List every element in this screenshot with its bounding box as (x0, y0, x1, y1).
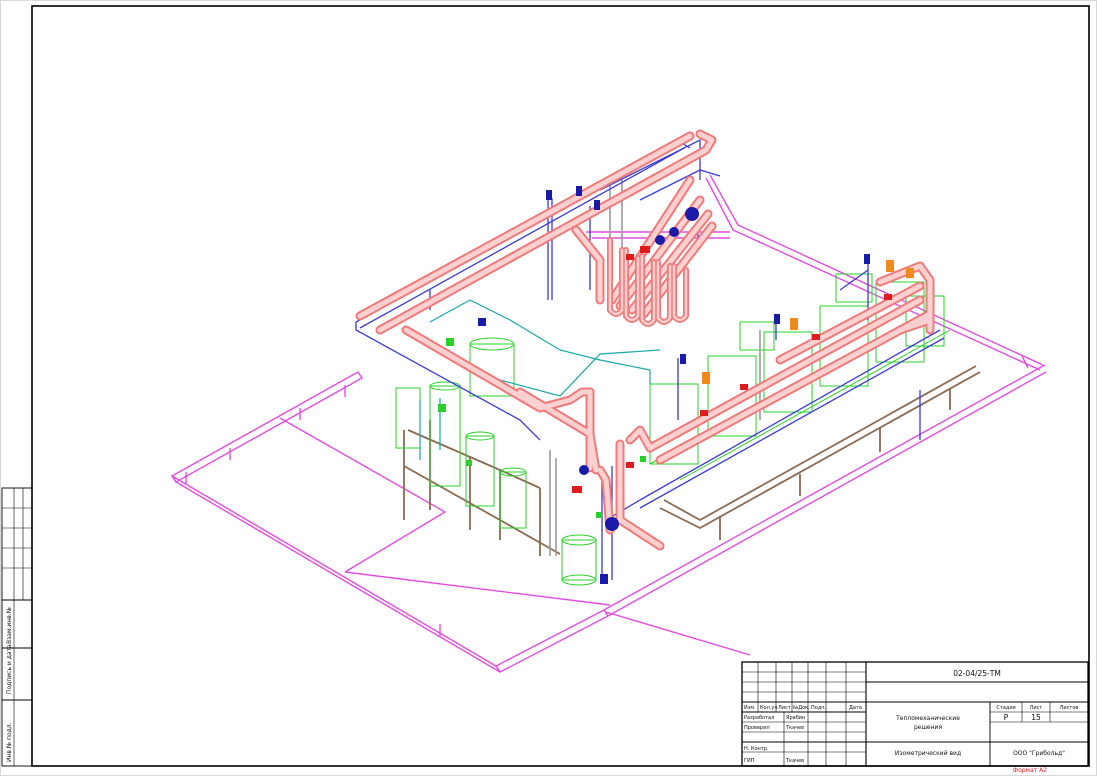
fitting-icon (596, 512, 602, 518)
section-line-1: Тепломеханические (895, 715, 960, 722)
fitting-icon (438, 404, 446, 412)
pump-icon (579, 465, 589, 475)
sheet-outer-border (0, 0, 1097, 776)
col-header-podp: Подп. (811, 705, 827, 711)
cyan-pipes (419, 299, 661, 460)
sheet-value: 15 (1031, 713, 1041, 722)
company-name: ООО "Грибольд" (1013, 750, 1065, 757)
valve-icon (864, 254, 870, 264)
stage-value: Р (1004, 713, 1009, 722)
valve-icon (572, 486, 582, 493)
doc-code: 02-04/25-ТМ (953, 669, 1001, 678)
sheets-label: Листов (1060, 705, 1079, 711)
col-header-izm: Изм. (744, 705, 756, 711)
valve-icon (478, 318, 486, 326)
role-developer: Разработал (744, 715, 774, 721)
side-stamp-label-1: Инв.№ подл. (6, 722, 13, 762)
valve-icon (640, 246, 650, 253)
title-block-text: 02-04/25-ТМ Изм. Кол.уч Лист №Док. Подп.… (744, 669, 1078, 764)
fitting-icon (640, 456, 646, 462)
valve-icon (906, 268, 914, 278)
role-checker: Проверил (744, 725, 770, 731)
valve-icon (600, 574, 608, 584)
drawing-sheet: Инв.№ подл. Подпись и дата Взам.инв.№ 02… (0, 0, 1097, 776)
role-gip: ГИП (744, 758, 755, 764)
name-developer: Ярабин (786, 715, 805, 721)
valve-icon (884, 294, 892, 300)
name-checker: Ткачев (785, 725, 804, 731)
sheet-title: Изометрический вид (895, 750, 961, 757)
valve-icon (626, 254, 634, 260)
valve-icon (546, 190, 552, 200)
col-header-list: Лист (778, 705, 791, 711)
pump-icon (605, 517, 619, 531)
fitting-icon (446, 338, 454, 346)
valve-icon (790, 318, 798, 330)
sheet-label: Лист (1030, 705, 1043, 711)
fitting-icon (466, 460, 472, 466)
col-header-data: Дата (849, 705, 862, 711)
support-frame (403, 365, 981, 556)
role-norm-control: Н. Контр. (744, 746, 769, 752)
valve-icon (886, 260, 894, 272)
side-stamp: Инв.№ подл. Подпись и дата Взам.инв.№ (1, 487, 33, 767)
drawing-canvas: Инв.№ подл. Подпись и дата Взам.инв.№ 02… (0, 0, 1097, 776)
valve-icon (576, 186, 582, 196)
col-header-kol: Кол.уч (760, 705, 777, 711)
col-header-doc: №Док. (793, 705, 810, 711)
pump-icon (669, 227, 679, 237)
cold-pipes (355, 138, 945, 580)
valve-icon (774, 314, 780, 324)
drawing-frame (31, 5, 1090, 767)
stage-label: Стадия (996, 705, 1015, 711)
valve-icon (626, 462, 634, 468)
valve-icon (702, 372, 710, 384)
valve-icon (680, 354, 686, 364)
valve-icon (700, 410, 708, 416)
valve-icon (740, 384, 748, 390)
side-stamp-label-3: Взам.инв.№ (6, 607, 13, 644)
side-stamp-label-2: Подпись и дата (6, 644, 13, 694)
pump-icon (655, 235, 665, 245)
valve-icon (594, 200, 600, 210)
format-label: Формат А2 (1013, 767, 1047, 774)
valve-icon (812, 334, 820, 340)
pump-icon (685, 207, 699, 221)
section-line-2: решения (914, 724, 943, 731)
name-gip: Ткачев (785, 758, 804, 764)
